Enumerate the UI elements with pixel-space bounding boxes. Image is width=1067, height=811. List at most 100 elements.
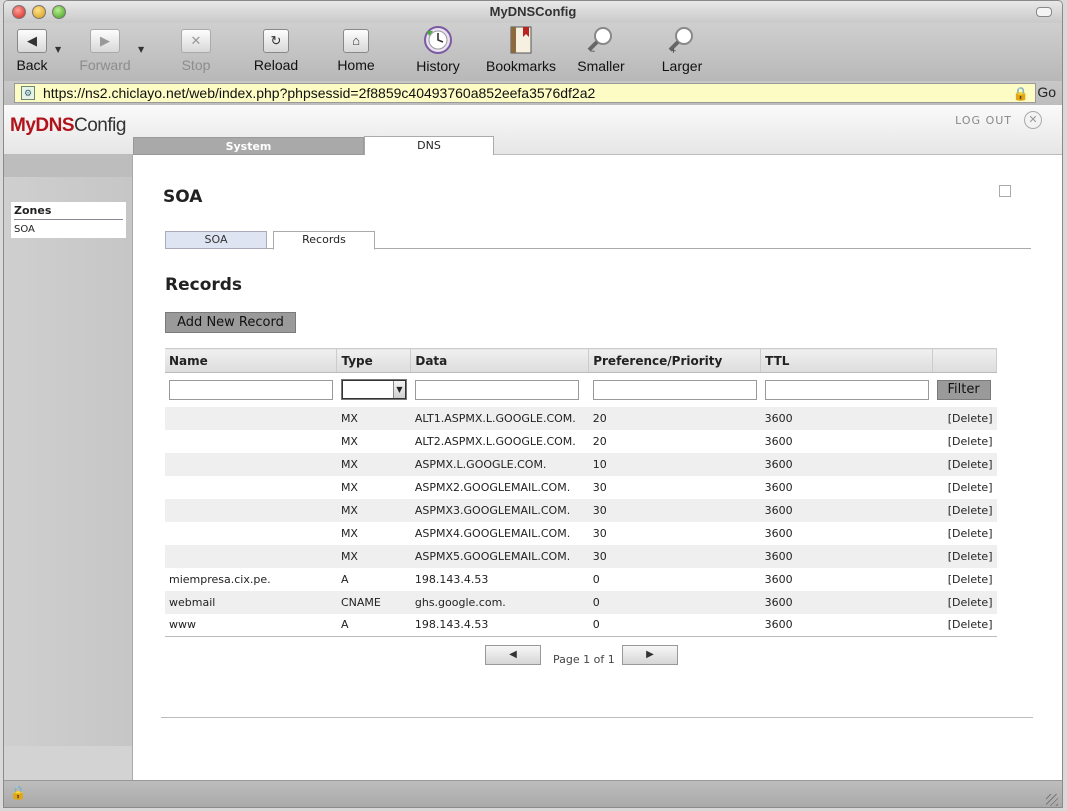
larger-text-button[interactable]: + Larger xyxy=(656,27,708,74)
cell-data: 198.143.4.53 xyxy=(410,613,589,637)
cell-data: ASPMX5.GOOGLEMAIL.COM. xyxy=(410,544,589,568)
cell-name xyxy=(165,522,337,545)
cell-type: A xyxy=(336,613,411,637)
subtab-records[interactable]: Records xyxy=(273,231,375,250)
reload-icon: ↻ xyxy=(263,29,289,53)
table-row: MX ASPMX5.GOOGLEMAIL.COM. 30 3600 [Delete] xyxy=(165,544,997,568)
home-icon: ⌂ xyxy=(343,29,369,53)
table-row: MX ASPMX2.GOOGLEMAIL.COM. 30 3600 [Delete] xyxy=(165,476,997,499)
corner-checkbox[interactable] xyxy=(999,185,1011,197)
filter-pref-cell xyxy=(588,372,761,407)
home-button[interactable]: ⌂ Home xyxy=(334,29,378,73)
logout-link[interactable]: LOG OUT xyxy=(955,114,1012,127)
sidebar-item-soa[interactable]: SOA xyxy=(14,220,123,235)
table-row: miempresa.cix.pe. A 198.143.4.53 0 3600 [Dele… xyxy=(165,568,997,591)
prev-page-button[interactable]: ◀ xyxy=(485,645,541,665)
col-header-actions xyxy=(932,348,997,373)
prev-arrow-icon: ◀ xyxy=(509,649,517,660)
delete-record-link[interactable]: [Delete] xyxy=(932,590,997,614)
delete-record-link[interactable]: [Delete] xyxy=(932,498,997,522)
delete-record-link[interactable]: [Delete] xyxy=(932,452,997,476)
col-header-name[interactable]: Name xyxy=(165,348,338,373)
cell-ttl: 3600 xyxy=(764,480,793,494)
stop-button[interactable]: ✕ Stop xyxy=(174,29,218,73)
zoom-in-magnifier-icon: + xyxy=(666,25,698,56)
cell-ttl: 3600 xyxy=(764,434,793,448)
records-table: Name Type Data Preference/Priority TTL ▼ xyxy=(165,348,997,637)
add-new-record-button[interactable]: Add New Record xyxy=(165,312,296,333)
table-header-row: Name Type Data Preference/Priority TTL xyxy=(165,348,997,373)
cell-data: ALT2.ASPMX.L.GOOGLE.COM. xyxy=(414,434,576,448)
url-field[interactable]: ⚙ https://ns2.chiclayo.net/web/index.php… xyxy=(14,83,1036,103)
delete-record-link[interactable]: [Delete] xyxy=(932,544,997,568)
go-button[interactable]: Go xyxy=(1037,84,1056,100)
cell-name: webmail xyxy=(165,590,337,614)
records-heading: Records xyxy=(165,275,243,295)
table-row: www A 198.143.4.53 0 3600 [Delete] xyxy=(165,613,997,637)
home-label: Home xyxy=(337,57,375,73)
toolbar-toggle-button[interactable] xyxy=(1036,7,1052,17)
smaller-text-button[interactable]: − Smaller xyxy=(573,27,629,74)
col-header-ttl[interactable]: TTL xyxy=(760,348,934,373)
status-lock-icon[interactable]: 🔒 xyxy=(10,786,26,801)
secure-lock-icon[interactable]: 🔒 xyxy=(1013,85,1029,103)
filter-data-input[interactable] xyxy=(414,379,579,400)
delete-record-link[interactable]: [Delete] xyxy=(933,476,997,499)
cell-ttl: 3600 xyxy=(760,452,933,476)
delete-record-link[interactable]: [Delete] xyxy=(933,522,997,545)
history-clock-icon xyxy=(422,25,454,55)
next-page-button[interactable]: ▶ xyxy=(622,645,678,665)
pagination: ◀ Page 1 of 1 ▶ xyxy=(485,645,685,669)
filter-preference-input[interactable] xyxy=(592,379,757,400)
cell-pref: 30 xyxy=(592,526,607,540)
col-header-data[interactable]: Data xyxy=(410,348,590,373)
tab-system[interactable]: System xyxy=(133,137,364,155)
larger-label: Larger xyxy=(661,58,703,74)
tab-dns[interactable]: DNS xyxy=(364,136,494,156)
cell-data: ghs.google.com. xyxy=(410,590,589,614)
table-row: MX ALT2.ASPMX.L.GOOGLE.COM. 20 3600 [Delete] xyxy=(165,430,997,453)
filter-type-select[interactable]: ▼ xyxy=(340,379,407,401)
logout-close-icon[interactable]: ✕ xyxy=(1024,111,1042,129)
resize-grip-icon[interactable] xyxy=(1046,794,1058,806)
forward-button[interactable]: ▶ Forward xyxy=(74,29,136,73)
sub-tabs: SOA Records xyxy=(165,231,1031,250)
cell-type: MX xyxy=(336,452,411,476)
cell-type: MX xyxy=(340,526,358,540)
stop-label: Stop xyxy=(181,57,211,73)
filter-ttl-input[interactable] xyxy=(764,379,929,400)
table-row: MX ASPMX.L.GOOGLE.COM. 10 3600 [Delete] xyxy=(165,452,997,476)
bookmarks-button[interactable]: Bookmarks xyxy=(483,26,559,74)
filter-button-cell: Filter xyxy=(932,372,997,407)
back-button[interactable]: ◀ Back xyxy=(10,29,54,73)
logo-part-mydns: MyDNS xyxy=(10,115,75,136)
history-label: History xyxy=(416,58,460,74)
cell-data: ASPMX.L.GOOGLE.COM. xyxy=(410,452,589,476)
zones-panel: Zones SOA xyxy=(11,202,126,238)
cell-pref: 0 xyxy=(592,572,600,586)
smaller-label: Smaller xyxy=(577,58,625,74)
forward-history-dropdown-icon[interactable]: ▼ xyxy=(138,45,144,54)
delete-record-link[interactable]: [Delete] xyxy=(933,430,997,453)
app-header: MyDNSConfig LOG OUT ✕ System DNS xyxy=(4,105,1062,156)
content-divider xyxy=(161,717,1033,718)
filter-row: ▼ Filter xyxy=(165,372,997,407)
cell-pref: 10 xyxy=(588,452,761,476)
page-indicator: Page 1 of 1 xyxy=(553,653,615,666)
col-header-preference[interactable]: Preference/Priority xyxy=(588,348,762,373)
filter-name-input[interactable] xyxy=(169,379,333,400)
back-history-dropdown-icon[interactable]: ▼ xyxy=(55,45,61,54)
svg-text:−: − xyxy=(590,46,595,55)
cell-pref: 30 xyxy=(588,544,761,568)
filter-button[interactable]: Filter xyxy=(936,379,991,400)
reload-button[interactable]: ↻ Reload xyxy=(250,29,302,73)
cell-ttl: 3600 xyxy=(764,526,793,540)
cell-pref: 30 xyxy=(592,480,607,494)
delete-record-link[interactable]: [Delete] xyxy=(932,613,997,637)
history-button[interactable]: History xyxy=(410,26,466,74)
page-title: SOA xyxy=(163,187,203,207)
delete-record-link[interactable]: [Delete] xyxy=(932,406,997,430)
delete-record-link[interactable]: [Delete] xyxy=(933,568,997,591)
subtab-soa[interactable]: SOA xyxy=(165,231,267,249)
col-header-type[interactable]: Type xyxy=(336,348,412,373)
